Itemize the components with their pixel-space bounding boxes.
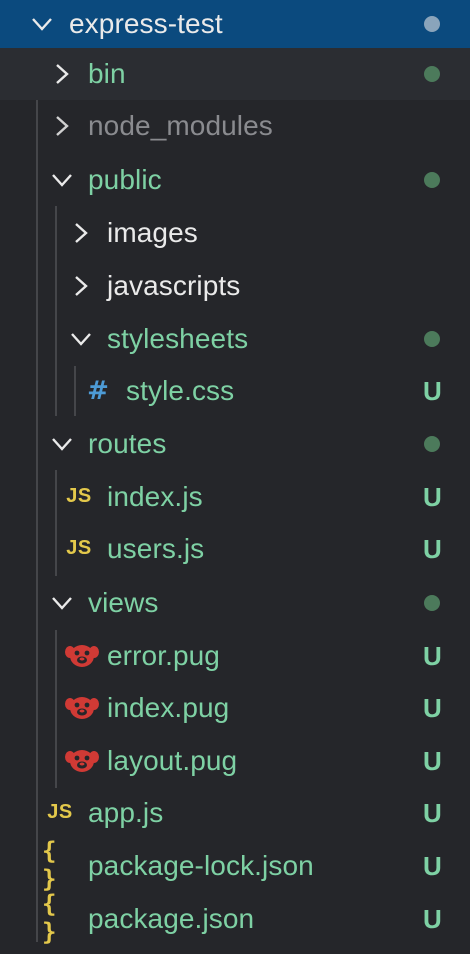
javascript-icon: JS [47, 800, 73, 823]
untracked-status-badge: U [423, 641, 442, 671]
css-hash-icon: # [87, 376, 109, 406]
tree-item-label: stylesheets [107, 323, 249, 354]
chevron-down-icon[interactable] [49, 431, 75, 457]
untracked-status-badge: U [423, 904, 442, 934]
tree-item-label: users.js [107, 533, 205, 564]
pug-dog-icon [64, 642, 100, 670]
javascript-icon: JS [66, 484, 92, 507]
chevron-down-icon[interactable] [68, 326, 94, 352]
untracked-status-badge: U [423, 746, 442, 776]
untracked-status-badge: U [423, 534, 442, 564]
chevron-down-icon[interactable] [49, 590, 75, 616]
tree-root-label: express-test [69, 8, 223, 39]
untracked-status-badge: U [423, 693, 442, 723]
tree-item-label: node_modules [88, 110, 273, 141]
modified-dot [424, 172, 440, 188]
tree-item-file-layout-pug[interactable]: layout.pug U [0, 735, 470, 787]
tree-item-label: images [107, 217, 198, 248]
pug-dog-icon [64, 747, 100, 775]
tree-item-file-index-js[interactable]: JS index.js U [0, 471, 470, 523]
json-braces-icon: { } [42, 890, 59, 946]
tree-item-label: package.json [88, 903, 255, 934]
tree-item-label: public [88, 164, 162, 195]
tree-item-file-index-pug[interactable]: index.pug U [0, 682, 470, 734]
modified-dot [424, 331, 440, 347]
tree-item-label: app.js [88, 797, 164, 828]
tree-item-file-package-lock-json[interactable]: { } package-lock.json U [0, 837, 470, 893]
tree-item-label: error.pug [107, 640, 220, 671]
untracked-status-badge: U [423, 798, 442, 828]
chevron-right-icon[interactable] [68, 220, 94, 246]
chevron-down-icon[interactable] [29, 11, 55, 37]
tree-item-label: views [88, 587, 159, 618]
chevron-right-icon[interactable] [49, 61, 75, 87]
modified-dot [424, 436, 440, 452]
tree-item-file-error-pug[interactable]: error.pug U [0, 630, 470, 682]
tree-item-folder-javascripts[interactable]: javascripts [0, 260, 470, 312]
untracked-status-badge: U [423, 851, 442, 881]
tree-item-folder-routes[interactable]: routes [0, 418, 470, 470]
untracked-status-badge: U [423, 376, 442, 406]
tree-item-label: style.css [126, 375, 235, 406]
tree-item-label: index.pug [107, 692, 230, 723]
tree-item-file-style-css[interactable]: # style.css U [0, 365, 470, 417]
untracked-status-badge: U [423, 482, 442, 512]
file-explorer: express-test bin node_modules public ima… [0, 0, 470, 954]
tree-item-label: bin [88, 58, 126, 89]
tree-root-express-test[interactable]: express-test [0, 0, 470, 48]
tree-item-file-users-js[interactable]: JS users.js U [0, 523, 470, 575]
tree-item-label: javascripts [107, 270, 241, 301]
tree-item-folder-stylesheets[interactable]: stylesheets [0, 313, 470, 365]
modified-dot [424, 66, 440, 82]
root-modified-dot [424, 16, 440, 32]
tree-item-file-package-json[interactable]: { } package.json U [0, 890, 470, 946]
chevron-right-icon[interactable] [49, 113, 75, 139]
tree-item-label: routes [88, 428, 167, 459]
tree-item-label: package-lock.json [88, 850, 314, 881]
tree-item-file-app-js[interactable]: JS app.js U [0, 787, 470, 839]
pug-dog-icon [64, 694, 100, 722]
tree-item-folder-images[interactable]: images [0, 207, 470, 259]
chevron-down-icon[interactable] [49, 167, 75, 193]
tree-item-folder-node-modules[interactable]: node_modules [0, 100, 470, 152]
tree-item-folder-bin[interactable]: bin [0, 48, 470, 100]
modified-dot [424, 595, 440, 611]
tree-item-folder-views[interactable]: views [0, 577, 470, 629]
javascript-icon: JS [66, 536, 92, 559]
chevron-right-icon[interactable] [68, 273, 94, 299]
json-braces-icon: { } [42, 837, 59, 893]
tree-item-folder-public[interactable]: public [0, 154, 470, 206]
tree-item-label: index.js [107, 481, 203, 512]
tree-item-label: layout.pug [107, 745, 238, 776]
